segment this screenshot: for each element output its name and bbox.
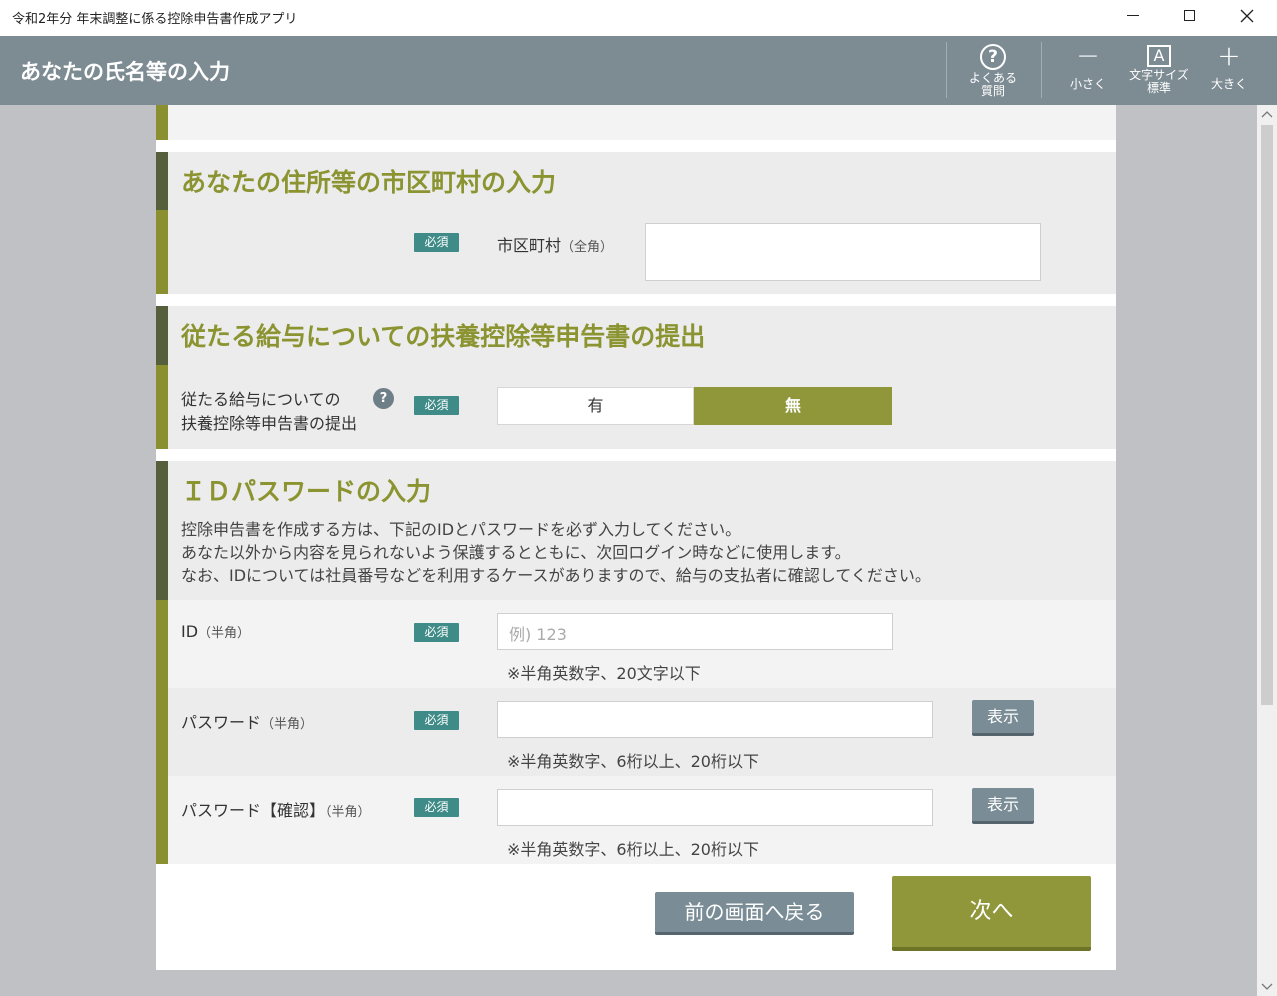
help-icon[interactable]: ? — [373, 388, 394, 409]
section-bar — [156, 776, 168, 864]
page-title: あなたの氏名等の入力 — [20, 60, 230, 84]
faq-button[interactable]: ? よくある 質問 — [962, 42, 1024, 100]
smaller-label: 小さく — [1069, 77, 1106, 91]
scroll-up-arrow-icon[interactable] — [1261, 109, 1273, 119]
option-no-button[interactable]: 無 — [694, 387, 892, 425]
password-label: パスワード（半角） — [181, 709, 313, 733]
password-confirm-show-button[interactable]: 表示 — [972, 788, 1034, 824]
required-badge: 必須 — [414, 711, 459, 730]
city-label: 市区町村（全角） — [497, 232, 613, 256]
required-badge: 必須 — [414, 396, 459, 415]
minus-icon: − — [1076, 39, 1100, 72]
next-button[interactable]: 次へ — [892, 876, 1091, 951]
id-label: ID（半角） — [181, 622, 250, 641]
fontsize-label-line2: 標準 — [1146, 81, 1171, 95]
header-divider — [946, 42, 947, 98]
option-yes-button[interactable]: 有 — [497, 387, 694, 425]
id-label-text: ID — [181, 622, 199, 641]
header-divider — [1041, 42, 1042, 98]
password-confirm-label-text: パスワード【確認】 — [181, 801, 326, 820]
password-label-note: （半角） — [261, 717, 314, 732]
password-input[interactable] — [497, 701, 933, 738]
required-badge: 必須 — [414, 623, 459, 642]
close-icon — [1240, 9, 1254, 23]
section-bar — [156, 152, 168, 210]
app-header: あなたの氏名等の入力 ? よくある 質問 − 小さく A 文字サイズ 標準 + … — [0, 36, 1277, 105]
workspace: あなたの住所等の市区町村の入力 必須 市区町村（全角） 従たる給与についての扶養… — [0, 105, 1257, 996]
city-label-note: （全角） — [561, 240, 614, 255]
section-bar — [156, 461, 168, 600]
idpass-desc-line2: あなた以外から内容を見られないよう保護するとともに、次回ログイン時などに使用しま… — [181, 543, 851, 562]
id-label-note: （半角） — [198, 626, 251, 641]
font-size-icon: A — [1147, 45, 1171, 67]
maximize-icon — [1184, 10, 1195, 21]
scrollbar-thumb[interactable] — [1261, 125, 1273, 705]
minimize-button[interactable] — [1105, 0, 1161, 32]
id-input-placeholder: 例) 123 — [509, 625, 567, 644]
required-badge: 必須 — [414, 233, 459, 252]
city-input[interactable] — [645, 223, 1041, 281]
idpass-section-title: ＩＤパスワードの入力 — [181, 477, 432, 506]
faq-label-line2: 質問 — [980, 84, 1005, 98]
close-button[interactable] — [1219, 0, 1275, 32]
back-button[interactable]: 前の画面へ戻る — [655, 892, 854, 935]
city-label-text: 市区町村 — [497, 236, 562, 255]
section-bar — [156, 105, 168, 140]
form-panel: あなたの住所等の市区町村の入力 必須 市区町村（全角） 従たる給与についての扶養… — [156, 105, 1116, 970]
section-bar — [156, 306, 168, 365]
app-title: 令和2年分 年末調整に係る控除申告書作成アプリ — [12, 12, 298, 27]
id-hint: ※半角英数字、20文字以下 — [507, 664, 701, 683]
password-hint: ※半角英数字、6桁以上、20桁以下 — [507, 752, 759, 771]
password-confirm-input[interactable] — [497, 789, 933, 826]
larger-label: 大きく — [1210, 77, 1247, 91]
dependent-label-line2: 扶養控除等申告書の提出 — [181, 414, 358, 433]
dependent-label-line1: 従たる給与についての — [181, 390, 341, 409]
maximize-button[interactable] — [1162, 0, 1218, 32]
idpass-desc-line1: 控除申告書を作成する方は、下記のIDとパスワードを必ず入力してください。 — [181, 520, 742, 539]
scroll-down-arrow-icon[interactable] — [1261, 982, 1273, 992]
dependent-section-title: 従たる給与についての扶養控除等申告書の提出 — [181, 322, 706, 351]
section-bar — [156, 688, 168, 776]
font-smaller-button[interactable]: − 小さく — [1062, 42, 1114, 100]
address-section-title: あなたの住所等の市区町村の入力 — [181, 168, 557, 197]
question-circle-icon: ? — [980, 44, 1006, 70]
window-titlebar: 令和2年分 年末調整に係る控除申告書作成アプリ — [0, 0, 1277, 35]
password-confirm-label-note: （半角） — [325, 805, 371, 820]
minimize-icon — [1127, 15, 1139, 16]
password-label-text: パスワード — [181, 713, 262, 732]
vertical-scrollbar[interactable] — [1257, 105, 1277, 996]
password-confirm-label: パスワード【確認】（半角） — [181, 797, 371, 821]
password-confirm-hint: ※半角英数字、6桁以上、20桁以下 — [507, 840, 759, 859]
idpass-desc-line3: なお、IDについては社員番号などを利用するケースがありますので、給与の支払者に確… — [181, 566, 931, 585]
section-bar — [156, 600, 168, 688]
section-bar — [156, 210, 168, 294]
id-input[interactable]: 例) 123 — [497, 613, 893, 650]
password-show-button[interactable]: 表示 — [972, 700, 1034, 736]
plus-icon: + — [1217, 39, 1241, 72]
font-standard-button[interactable]: A 文字サイズ 標準 — [1124, 42, 1194, 100]
font-larger-button[interactable]: + 大きく — [1203, 42, 1255, 100]
section-bar — [156, 365, 168, 449]
required-badge: 必須 — [414, 798, 459, 817]
previous-section-tail — [156, 105, 1116, 140]
